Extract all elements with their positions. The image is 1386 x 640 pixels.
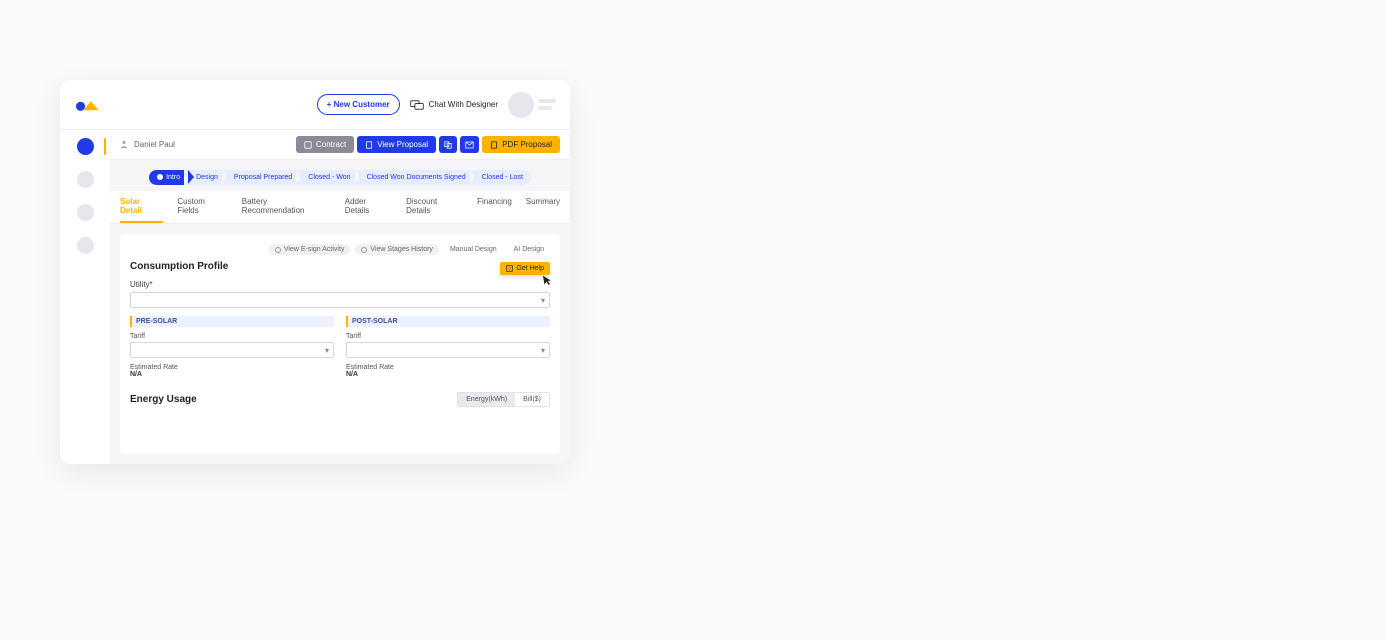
mail-button[interactable] <box>460 136 479 153</box>
tab-custom-fields[interactable]: Custom Fields <box>177 191 227 223</box>
tab-summary[interactable]: Summary <box>526 191 560 223</box>
customer-name: Daniel Paul <box>134 140 175 149</box>
pre-solar-header: PRE-SOLAR <box>130 316 334 327</box>
svg-text:?: ? <box>509 267 512 272</box>
pre-post-columns: PRE-SOLAR Tariff ▾ Estimated Rate N/A PO… <box>130 316 550 378</box>
pre-tariff-label: Tariff <box>130 333 334 340</box>
stage-proposal-prepared[interactable]: Proposal Prepared <box>222 170 300 185</box>
menu-icon <box>538 99 556 110</box>
tab-discount-details[interactable]: Discount Details <box>406 191 463 223</box>
pre-estimated-rate-label: Estimated Rate <box>130 364 334 371</box>
mail-icon <box>465 141 474 149</box>
post-solar-header: POST-SOLAR <box>346 316 550 327</box>
view-proposal-label: View Proposal <box>377 140 428 149</box>
app-window: + New Customer Chat With Designer <box>60 80 570 464</box>
chat-label: Chat With Designer <box>429 100 498 109</box>
eye-icon <box>361 247 367 253</box>
post-solar-col: POST-SOLAR Tariff ▾ Estimated Rate N/A <box>346 316 550 378</box>
body-row: Daniel Paul Contract View Proposal <box>60 130 570 464</box>
post-estimated-rate-label: Estimated Rate <box>346 364 550 371</box>
chat-icon <box>410 100 424 110</box>
consumption-profile-title: Consumption Profile <box>130 261 550 272</box>
sidebar <box>60 130 110 464</box>
copy-icon <box>444 141 452 149</box>
pre-estimated-rate-value: N/A <box>130 371 334 378</box>
view-stages-history[interactable]: View Stages History <box>355 244 439 255</box>
post-tariff-select[interactable]: ▾ <box>346 342 550 358</box>
doc-icon <box>365 141 373 149</box>
person-icon <box>120 140 128 150</box>
sidebar-item-3[interactable] <box>77 204 94 221</box>
pre-tariff-select[interactable]: ▾ <box>130 342 334 358</box>
ai-design-link[interactable]: AI Design <box>508 244 550 255</box>
sidebar-item-1[interactable] <box>60 138 110 155</box>
contract-button[interactable]: Contract <box>296 136 354 153</box>
top-header: + New Customer Chat With Designer <box>60 80 570 130</box>
logo-icon <box>74 96 100 114</box>
crumb-bar: Daniel Paul Contract View Proposal <box>110 130 570 160</box>
pdf-proposal-button[interactable]: PDF Proposal <box>482 136 560 153</box>
seg-bill-usd[interactable]: Bill($) <box>515 393 549 406</box>
view-esign-activity[interactable]: View E-sign Activity <box>269 244 351 255</box>
app-logo <box>74 96 100 114</box>
pre-solar-col: PRE-SOLAR Tariff ▾ Estimated Rate N/A <box>130 316 334 378</box>
post-estimated-rate-value: N/A <box>346 371 550 378</box>
sidebar-item-4[interactable] <box>77 237 94 254</box>
get-help-label: Get Help <box>516 265 544 272</box>
stage-closed-won-signed[interactable]: Closed Won Documents Signed <box>355 170 474 185</box>
tabs: Solar Detail Custom Fields Battery Recom… <box>110 191 570 224</box>
pipeline: Intro Design Proposal Prepared Closed - … <box>110 160 570 191</box>
seg-energy-kwh[interactable]: Energy(kWh) <box>458 393 515 406</box>
tab-financing[interactable]: Financing <box>477 191 512 223</box>
avatar <box>508 92 534 118</box>
new-customer-button[interactable]: + New Customer <box>317 94 400 115</box>
energy-usage-title: Energy Usage <box>130 394 197 405</box>
help-icon: ? <box>506 265 513 272</box>
manual-design-link[interactable]: Manual Design <box>444 244 503 255</box>
chevron-down-icon: ▾ <box>541 346 545 355</box>
user-menu[interactable] <box>508 92 556 118</box>
card-toolbar: View E-sign Activity View Stages History… <box>130 244 550 255</box>
pdf-proposal-label: PDF Proposal <box>502 140 552 149</box>
sidebar-item-2[interactable] <box>77 171 94 188</box>
eye-icon <box>275 247 281 253</box>
utility-label: Utility* <box>130 280 550 289</box>
pdf-icon <box>490 141 498 149</box>
energy-unit-toggle: Energy(kWh) Bill($) <box>457 392 550 407</box>
chevron-down-icon: ▾ <box>541 296 545 305</box>
utility-select[interactable]: ▾ <box>130 292 550 308</box>
chevron-down-icon: ▾ <box>325 346 329 355</box>
main: Daniel Paul Contract View Proposal <box>110 130 570 464</box>
contract-icon <box>304 141 312 149</box>
content-card: View E-sign Activity View Stages History… <box>120 234 560 454</box>
tab-solar-detail[interactable]: Solar Detail <box>120 191 163 223</box>
action-buttons: Contract View Proposal PDF Proposal <box>296 136 560 153</box>
chat-with-designer[interactable]: Chat With Designer <box>410 100 498 110</box>
contract-label: Contract <box>316 140 346 149</box>
view-proposal-button[interactable]: View Proposal <box>357 136 436 153</box>
get-help-button[interactable]: ? Get Help <box>500 262 550 275</box>
tab-adder-details[interactable]: Adder Details <box>345 191 392 223</box>
post-tariff-label: Tariff <box>346 333 550 340</box>
stage-intro[interactable]: Intro <box>149 170 188 185</box>
copy-button[interactable] <box>439 136 457 153</box>
tab-battery-recommendation[interactable]: Battery Recommendation <box>242 191 331 223</box>
energy-usage-row: Energy Usage Energy(kWh) Bill($) <box>130 392 550 407</box>
